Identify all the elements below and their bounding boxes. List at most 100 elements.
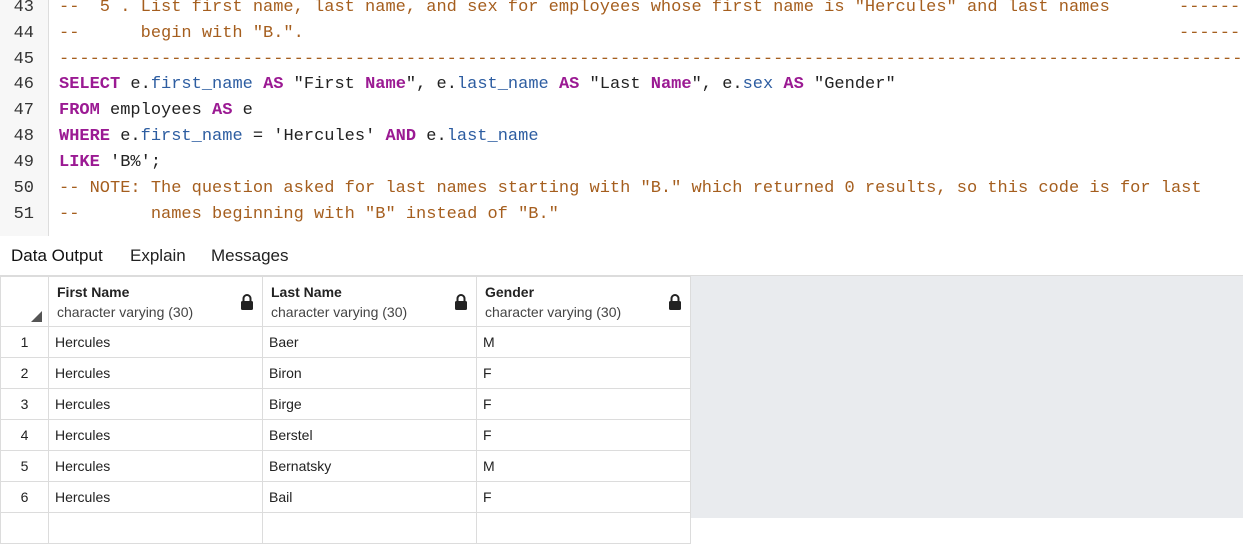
code-line: 44 -- begin with "B.". ------ — [0, 21, 1243, 47]
table-cell[interactable] — [262, 512, 477, 544]
row-number[interactable]: 5 — [0, 450, 49, 482]
table-cell[interactable]: Hercules — [48, 388, 263, 420]
line-number: 47 — [13, 101, 34, 120]
code-token: AS — [212, 101, 233, 120]
code-token: e — [232, 101, 253, 120]
tab-data-output[interactable]: Data Output — [11, 236, 103, 275]
code-token: last_name — [446, 127, 539, 146]
code-line: 47 FROM employees AS e — [0, 98, 1243, 124]
code-token: e. — [416, 127, 447, 146]
code-text: ----------------------------------------… — [59, 50, 1243, 69]
code-token: first_name — [140, 127, 243, 146]
table-row[interactable]: 6 Hercules Bail F — [0, 481, 691, 513]
table-row[interactable]: 1 Hercules Baer M — [0, 326, 691, 358]
row-number[interactable]: 4 — [0, 419, 49, 451]
code-token: Name — [650, 75, 692, 94]
code-token: first_name — [150, 75, 253, 94]
code-token: AS — [783, 75, 804, 94]
table-cell[interactable]: Bail — [262, 481, 477, 513]
table-cell[interactable]: M — [476, 326, 691, 358]
column-type: character varying (30) — [485, 304, 622, 320]
code-line: 48 WHERE e.first_name = 'Hercules' AND e.… — [0, 124, 1243, 150]
lock-icon — [455, 294, 467, 310]
line-number: 43 — [13, 0, 34, 17]
table-cell[interactable]: F — [476, 481, 691, 513]
lock-icon — [241, 294, 253, 310]
table-cell[interactable] — [48, 512, 263, 544]
line-number: 45 — [13, 50, 34, 69]
code-token: = 'Hercules' — [242, 127, 386, 146]
query-editor[interactable]: 43 -- 5 . List first name, last name, and… — [0, 0, 1243, 236]
tab-messages[interactable]: Messages — [211, 236, 288, 275]
table-row[interactable]: 4 Hercules Berstel F — [0, 419, 691, 451]
code-line: 51 -- names beginning with "B" instead of… — [0, 202, 1243, 228]
code-text: -- NOTE: The question asked for last nam… — [59, 179, 1202, 198]
select-all-corner[interactable] — [0, 276, 49, 327]
column-type: character varying (30) — [57, 304, 194, 320]
row-number[interactable]: 1 — [0, 326, 49, 358]
table-row[interactable] — [0, 512, 691, 544]
code-text: FROM employees AS e — [59, 98, 253, 124]
table-cell[interactable]: M — [476, 450, 691, 482]
results-grid: First Name character varying (30) Last Nam… — [0, 276, 691, 544]
column-header[interactable]: Last Name character varying (30) — [262, 276, 477, 327]
table-cell[interactable]: F — [476, 419, 691, 451]
line-number: 50 — [13, 179, 34, 198]
column-type: character varying (30) — [271, 304, 408, 320]
table-row[interactable]: 2 Hercules Biron F — [0, 357, 691, 389]
code-token: e. — [120, 75, 151, 94]
data-output-panel: First Name character varying (30) Last Nam… — [0, 276, 1243, 544]
code-token: employees — [99, 101, 213, 120]
table-cell[interactable]: Biron — [262, 357, 477, 389]
tab-explain[interactable]: Explain — [130, 236, 186, 275]
code-token: Name — [365, 75, 406, 94]
lock-icon — [669, 294, 681, 310]
results-tabs: Data Output Explain Messages — [0, 236, 1243, 276]
code-token: FROM — [59, 101, 100, 120]
table-row[interactable]: 3 Hercules Birge F — [0, 388, 691, 420]
code-token: "Last — [579, 75, 651, 94]
table-cell[interactable]: Berstel — [262, 419, 477, 451]
comment-right: ------ — [1179, 24, 1241, 43]
column-header[interactable]: Gender character varying (30) — [476, 276, 691, 327]
column-name: Gender — [485, 284, 535, 300]
table-row[interactable]: 5 Hercules Bernatsky M — [0, 450, 691, 482]
code-token: AND — [385, 127, 417, 146]
code-text: -- names beginning with "B" instead of "… — [59, 205, 559, 224]
table-cell[interactable]: Birge — [262, 388, 477, 420]
row-number[interactable]: 2 — [0, 357, 49, 389]
table-cell[interactable]: Baer — [262, 326, 477, 358]
code-line: 45 --------------------------------------… — [0, 47, 1243, 73]
code-text: -- 5 . List first name, last name, and s… — [59, 0, 1110, 17]
column-header[interactable]: First Name character varying (30) — [48, 276, 263, 327]
code-token: AS — [558, 75, 580, 94]
table-cell[interactable]: F — [476, 388, 691, 420]
code-text: WHERE e.first_name = 'Hercules' AND e.la… — [59, 124, 539, 150]
line-number: 48 — [13, 127, 34, 146]
code-token: AS — [263, 75, 284, 94]
table-cell[interactable]: Hercules — [48, 419, 263, 451]
code-text: -- begin with "B.". — [59, 24, 304, 43]
table-cell[interactable]: Bernatsky — [262, 450, 477, 482]
table-cell[interactable]: Hercules — [48, 481, 263, 513]
line-number: 46 — [13, 75, 34, 94]
code-token: WHERE — [59, 127, 111, 146]
code-token: last_name — [456, 75, 549, 94]
table-cell[interactable] — [476, 512, 691, 544]
header-row: First Name character varying (30) Last Nam… — [0, 276, 691, 327]
row-number[interactable] — [0, 512, 49, 544]
code-token: ", e. — [691, 75, 743, 94]
table-cell[interactable]: Hercules — [48, 326, 263, 358]
row-number[interactable]: 6 — [0, 481, 49, 513]
comment-right: ------ — [1179, 0, 1241, 17]
code-token: "First — [283, 75, 366, 94]
table-cell[interactable]: Hercules — [48, 357, 263, 389]
table-cell[interactable]: F — [476, 357, 691, 389]
code-token: 'B%'; — [99, 153, 162, 172]
row-number[interactable]: 3 — [0, 388, 49, 420]
column-name: First Name — [57, 284, 130, 300]
code-token: e. — [110, 127, 141, 146]
table-cell[interactable]: Hercules — [48, 450, 263, 482]
